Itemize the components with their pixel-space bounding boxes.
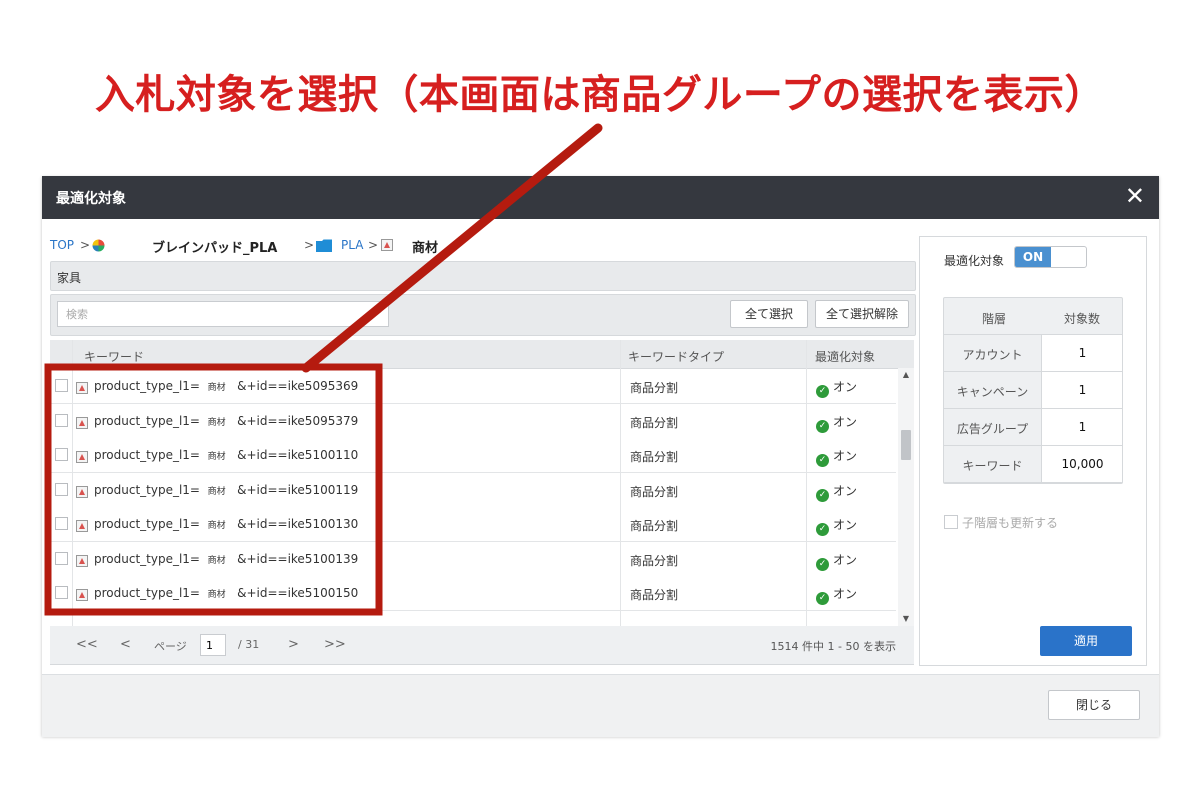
annotation-highlight-box (44, 363, 383, 616)
annotation-arrow-line (301, 123, 603, 373)
annotation-overlay (44, 123, 603, 616)
